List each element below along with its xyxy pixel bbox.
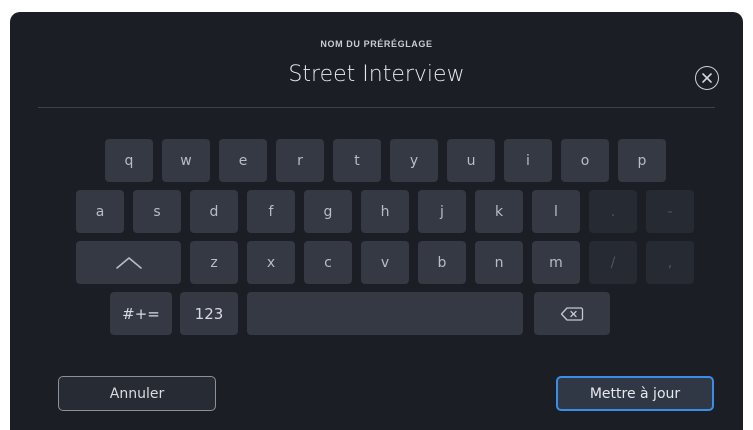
shift-key[interactable] xyxy=(76,241,181,284)
key-u[interactable]: u xyxy=(447,139,495,182)
key-comma[interactable]: , xyxy=(646,241,694,284)
key-period[interactable]: . xyxy=(589,190,637,233)
key-n[interactable]: n xyxy=(475,241,523,284)
preset-name-label: NOM DU PRÉRÉGLAGE xyxy=(320,39,433,49)
key-b[interactable]: b xyxy=(418,241,466,284)
key-g[interactable]: g xyxy=(304,190,352,233)
preset-name-input[interactable]: Street Interview xyxy=(10,62,743,87)
shift-up-icon xyxy=(114,256,144,270)
backspace-key[interactable] xyxy=(534,292,610,335)
key-f[interactable]: f xyxy=(247,190,295,233)
space-key[interactable] xyxy=(247,292,523,335)
key-d[interactable]: d xyxy=(190,190,238,233)
key-e[interactable]: e xyxy=(219,139,267,182)
key-p[interactable]: p xyxy=(618,139,666,182)
key-v[interactable]: v xyxy=(361,241,409,284)
key-x[interactable]: x xyxy=(247,241,295,284)
preset-name-keyboard-screen: NOM DU PRÉRÉGLAGE Street Interview q w e… xyxy=(10,12,743,430)
header-divider xyxy=(38,107,715,108)
key-r[interactable]: r xyxy=(276,139,324,182)
key-k[interactable]: k xyxy=(475,190,523,233)
key-z[interactable]: z xyxy=(190,241,238,284)
key-a[interactable]: a xyxy=(76,190,124,233)
key-j[interactable]: j xyxy=(418,190,466,233)
key-q[interactable]: q xyxy=(105,139,153,182)
key-y[interactable]: y xyxy=(390,139,438,182)
key-i[interactable]: i xyxy=(504,139,552,182)
numbers-key[interactable]: 123 xyxy=(180,292,238,335)
symbols-key[interactable]: #+= xyxy=(110,292,172,335)
key-m[interactable]: m xyxy=(532,241,580,284)
key-c[interactable]: c xyxy=(304,241,352,284)
key-h[interactable]: h xyxy=(361,190,409,233)
backspace-icon xyxy=(560,306,584,322)
close-icon[interactable] xyxy=(695,66,719,90)
cancel-button[interactable]: Annuler xyxy=(58,376,216,411)
key-slash[interactable]: / xyxy=(589,241,637,284)
key-hyphen[interactable]: - xyxy=(646,190,694,233)
update-button[interactable]: Mettre à jour xyxy=(556,376,714,411)
key-t[interactable]: t xyxy=(333,139,381,182)
key-l[interactable]: l xyxy=(532,190,580,233)
key-o[interactable]: o xyxy=(561,139,609,182)
key-s[interactable]: s xyxy=(133,190,181,233)
key-w[interactable]: w xyxy=(162,139,210,182)
